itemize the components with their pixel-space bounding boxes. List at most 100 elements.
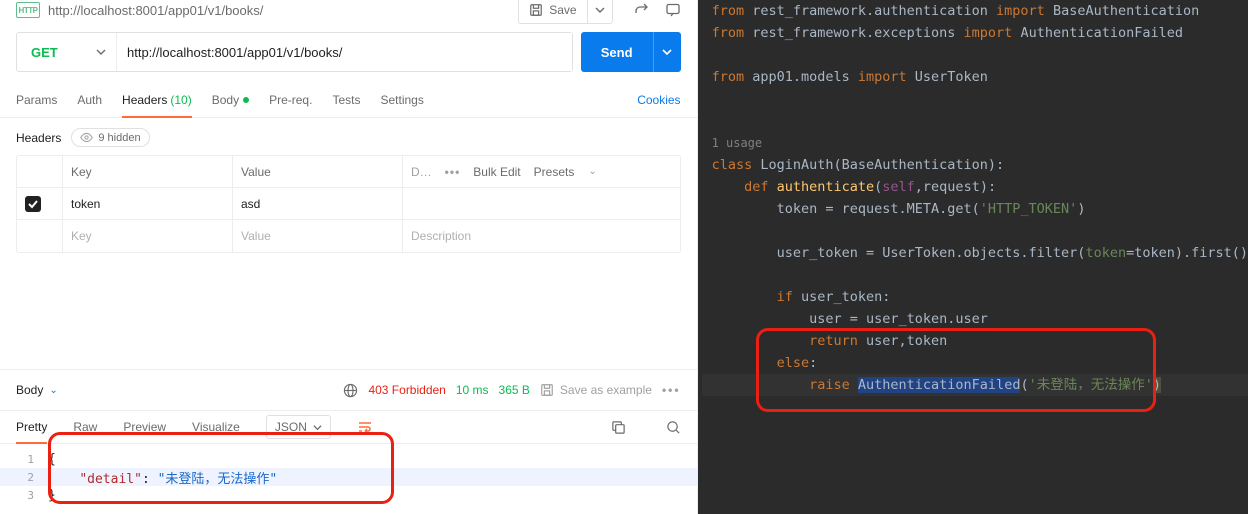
presets-dropdown[interactable]: Presets ⌄ [534, 165, 607, 179]
url-input[interactable] [117, 33, 572, 71]
hidden-headers-label: 9 hidden [98, 132, 140, 144]
response-view-tabs: Pretty Raw Preview Visualize JSON [0, 410, 697, 444]
code-line [702, 88, 1248, 110]
save-button-label: Save [549, 3, 576, 17]
chevron-down-icon: ⌄ [49, 385, 57, 396]
res-tab-preview[interactable]: Preview [123, 411, 166, 443]
response-format-label: JSON [275, 420, 307, 434]
chevron-down-icon [595, 5, 605, 15]
tab-headers-count: (10) [170, 93, 191, 107]
response-body-area: 1 { 2 "detail": "未登陆，无法操作" 3 } [0, 444, 697, 514]
response-body-label: Body [16, 383, 43, 397]
code-line: 1 { [0, 450, 697, 468]
search-icon[interactable] [666, 420, 681, 435]
status-size: 365 B [499, 383, 530, 397]
postman-panel: HTTP http://localhost:8001/app01/v1/book… [0, 0, 698, 514]
request-tabs: Params Auth Headers (10) Body Pre-req. T… [0, 82, 697, 118]
new-desc-input[interactable] [411, 229, 672, 243]
chevron-down-icon [662, 47, 672, 57]
ide-panel: from rest_framework.authentication impor… [698, 0, 1248, 514]
check-icon [28, 199, 38, 209]
response-status-bar: Body ⌄ 403 Forbidden 10 ms 365 B Save as… [0, 370, 697, 410]
presets-label: Presets [534, 165, 575, 179]
hidden-headers-toggle[interactable]: 9 hidden [71, 128, 149, 147]
code-line: user = user_token.user [702, 308, 1248, 330]
method-select[interactable]: GET [17, 33, 117, 71]
code-line: from rest_framework.authentication impor… [702, 0, 1248, 22]
response-more-icon[interactable]: ••• [662, 383, 681, 397]
chevron-down-icon [313, 423, 322, 432]
tab-headers-label: Headers [122, 93, 167, 107]
table-row: token asd [17, 188, 680, 220]
res-tab-raw[interactable]: Raw [73, 411, 97, 443]
code-line: 1 usage [702, 132, 1248, 154]
tab-tests[interactable]: Tests [332, 82, 360, 117]
tab-body-label: Body [212, 93, 239, 107]
code-line [702, 264, 1248, 286]
send-button-group: Send [581, 32, 681, 72]
status-time: 10 ms [456, 383, 489, 397]
save-as-example-label: Save as example [560, 383, 652, 397]
tab-params[interactable]: Params [16, 82, 57, 117]
tab-settings[interactable]: Settings [380, 82, 423, 117]
header-value-cell[interactable]: asd [233, 188, 403, 219]
col-desc: D… [411, 165, 432, 179]
tab-body[interactable]: Body [212, 82, 249, 117]
table-row-empty [17, 220, 680, 252]
more-icon[interactable]: ••• [445, 165, 461, 179]
new-value-input[interactable] [241, 229, 394, 243]
save-icon [529, 3, 543, 17]
code-line: 2 "detail": "未登陆，无法操作" [0, 468, 697, 486]
top-icons [633, 2, 681, 18]
bulk-edit-link[interactable]: Bulk Edit [473, 165, 520, 179]
eye-icon [80, 131, 93, 144]
method-label: GET [31, 45, 58, 60]
copy-icon[interactable] [611, 420, 626, 435]
header-desc-cell[interactable] [403, 188, 680, 219]
comment-icon[interactable] [665, 2, 681, 18]
code-line: class LoginAuth(BaseAuthentication): [702, 154, 1248, 176]
url-row: GET Send [0, 24, 697, 82]
response-json[interactable]: 1 { 2 "detail": "未登陆，无法操作" 3 } [0, 450, 697, 504]
headers-table: Key Value D… ••• Bulk Edit Presets ⌄ tok… [16, 155, 681, 253]
headers-table-head: Key Value D… ••• Bulk Edit Presets ⌄ [17, 156, 680, 188]
save-button[interactable]: Save [518, 0, 586, 24]
tab-headers[interactable]: Headers (10) [122, 82, 192, 117]
code-editor[interactable]: from rest_framework.authentication impor… [698, 0, 1248, 396]
code-line: 3 } [0, 486, 697, 504]
line-number: 1 [0, 453, 44, 466]
code-line [702, 110, 1248, 132]
header-key-cell[interactable]: token [63, 188, 233, 219]
code-line: raise AuthenticationFailed('未登陆，无法操作') [702, 374, 1248, 396]
code-line: def authenticate(self,request): [702, 176, 1248, 198]
row-checkbox[interactable] [25, 196, 41, 212]
new-key-input[interactable] [71, 229, 224, 243]
res-tab-pretty[interactable]: Pretty [16, 411, 47, 443]
response-body-dropdown[interactable]: Body ⌄ [16, 383, 58, 397]
status-code: 403 Forbidden [368, 383, 445, 397]
tab-prereq[interactable]: Pre-req. [269, 82, 312, 117]
code-line: from rest_framework.exceptions import Au… [702, 22, 1248, 44]
response-section: Body ⌄ 403 Forbidden 10 ms 365 B Save as… [0, 369, 697, 514]
chevron-down-icon: ⌄ [588, 166, 596, 177]
save-as-example[interactable]: Save as example [540, 383, 652, 397]
chevron-down-icon [96, 47, 106, 57]
headers-section-top: Headers 9 hidden [16, 128, 681, 147]
save-icon [540, 383, 554, 397]
code-line [702, 220, 1248, 242]
save-dropdown[interactable] [587, 0, 613, 24]
code-line: user_token = UserToken.objects.filter(to… [702, 242, 1248, 264]
http-badge-icon: HTTP [16, 2, 40, 18]
code-line [702, 44, 1248, 66]
tab-auth[interactable]: Auth [77, 82, 102, 117]
headers-label: Headers [16, 131, 61, 145]
cookies-link[interactable]: Cookies [637, 93, 680, 107]
code-line: if user_token: [702, 286, 1248, 308]
res-tab-visualize[interactable]: Visualize [192, 411, 240, 443]
send-dropdown[interactable] [653, 32, 681, 72]
globe-icon[interactable] [343, 383, 358, 398]
wrap-lines-icon[interactable] [357, 419, 373, 435]
send-button[interactable]: Send [581, 32, 653, 72]
share-icon[interactable] [633, 2, 649, 18]
response-format-dropdown[interactable]: JSON [266, 415, 331, 439]
